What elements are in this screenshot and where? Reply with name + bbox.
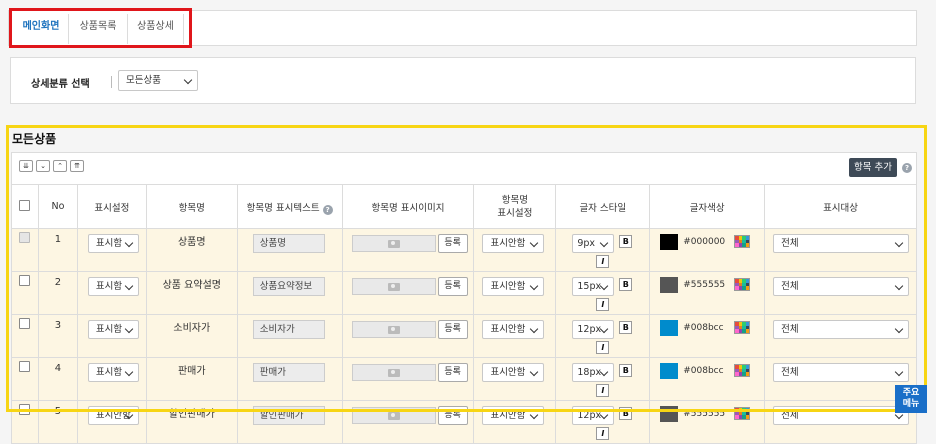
tab-highlight-box xyxy=(9,8,192,48)
category-label: 상세분류 선택 xyxy=(31,79,90,90)
chevron-down-icon xyxy=(183,75,193,84)
category-panel: 상세분류 선택 모든상품 xyxy=(10,57,916,104)
category-select[interactable]: 모든상품 xyxy=(118,70,198,91)
italic-button[interactable]: I xyxy=(596,427,610,440)
camera-icon xyxy=(387,411,400,420)
category-divider xyxy=(111,76,112,88)
section-highlight-box xyxy=(6,125,927,412)
main-menu-button[interactable]: 주요 메뉴 xyxy=(895,385,927,413)
category-select-value: 모든상품 xyxy=(126,75,161,86)
